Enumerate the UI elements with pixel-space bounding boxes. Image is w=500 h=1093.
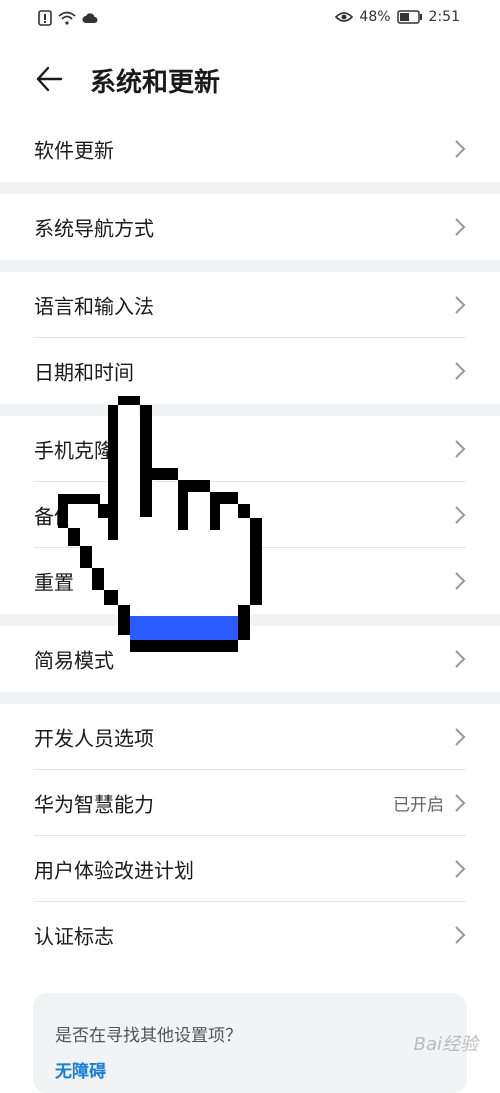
item-label: 日期和时间 (34, 360, 134, 385)
settings-group-2: 系统导航方式 (0, 194, 500, 260)
chevron-right-icon (455, 860, 466, 878)
settings-group-5: 简易模式 (0, 626, 500, 692)
chevron-right-icon (455, 650, 466, 668)
settings-group-6: 开发人员选项 华为智慧能力 已开启 用户体验改进计划 认证标志 (0, 704, 500, 968)
item-label: 系统导航方式 (34, 216, 154, 241)
item-label: 软件更新 (34, 138, 114, 163)
accessibility-link[interactable]: 无障碍 (55, 1057, 106, 1082)
list-item-phone-clone[interactable]: 手机克隆 (0, 416, 500, 482)
chevron-right-icon (455, 296, 466, 314)
item-label: 开发人员选项 (34, 726, 154, 751)
chevron-right-icon (455, 728, 466, 746)
alert-icon (38, 10, 52, 26)
item-label: 语言和输入法 (34, 294, 154, 319)
chevron-right-icon (455, 506, 466, 524)
status-bar: 48% 2:51 (0, 0, 500, 38)
back-arrow-icon[interactable] (34, 64, 64, 94)
chevron-right-icon (455, 440, 466, 458)
list-item-user-experience[interactable]: 用户体验改进计划 (0, 836, 500, 902)
chevron-right-icon (455, 926, 466, 944)
watermark: Bai经验 (413, 1034, 478, 1055)
list-item-huawei-ai[interactable]: 华为智慧能力 已开启 (0, 770, 500, 836)
list-item-developer-options[interactable]: 开发人员选项 (0, 704, 500, 770)
chevron-right-icon (455, 572, 466, 590)
list-item-backup-restore[interactable]: 备份和恢复 (0, 482, 500, 548)
wifi-icon (58, 11, 76, 25)
item-label: 手机克隆 (34, 438, 114, 463)
list-item-date-time[interactable]: 日期和时间 (0, 338, 500, 404)
list-item-reset[interactable]: 重置 (0, 548, 500, 614)
battery-percent: 48% (359, 9, 391, 25)
item-label: 重置 (34, 570, 74, 595)
list-item-simple-mode[interactable]: 简易模式 (0, 626, 500, 692)
list-item-software-update[interactable]: 软件更新 (0, 116, 500, 182)
item-label: 备份和恢复 (34, 504, 134, 529)
suggestion-question: 是否在寻找其他设置项？ (55, 1026, 242, 1046)
status-left-icons (38, 10, 98, 26)
item-label: 认证标志 (34, 924, 114, 949)
suggestion-card: 是否在寻找其他设置项？ 无障碍 (33, 993, 467, 1093)
list-item-certification[interactable]: 认证标志 (0, 902, 500, 968)
group-separator (0, 692, 500, 704)
item-label: 用户体验改进计划 (34, 858, 194, 883)
item-status-value: 已开启 (393, 795, 444, 816)
item-label: 简易模式 (34, 648, 114, 673)
settings-group-1: 软件更新 (0, 116, 500, 182)
chevron-right-icon (455, 140, 466, 158)
clock: 2:51 (428, 9, 460, 25)
chevron-right-icon (455, 362, 466, 380)
group-separator (0, 182, 500, 194)
group-separator (0, 404, 500, 416)
list-item-language-input[interactable]: 语言和输入法 (0, 272, 500, 338)
cloud-icon (82, 13, 98, 23)
group-separator (0, 614, 500, 626)
settings-group-4: 手机克隆 备份和恢复 重置 (0, 416, 500, 614)
settings-group-3: 语言和输入法 日期和时间 (0, 272, 500, 404)
chevron-right-icon (455, 218, 466, 236)
eye-icon (335, 12, 354, 22)
group-separator (0, 260, 500, 272)
status-right: 48% 2:51 (335, 9, 460, 25)
list-item-navigation[interactable]: 系统导航方式 (0, 194, 500, 260)
page-title: 系统和更新 (90, 68, 221, 98)
chevron-right-icon (455, 794, 466, 812)
header: 系统和更新 (0, 50, 500, 110)
battery-icon (396, 10, 422, 24)
item-label: 华为智慧能力 (34, 792, 154, 817)
